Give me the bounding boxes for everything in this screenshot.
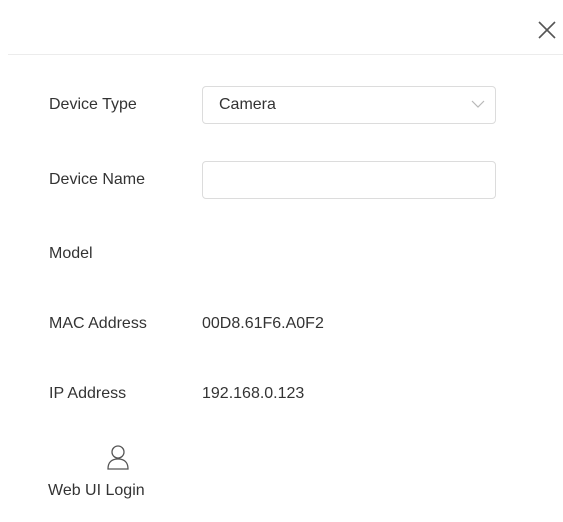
device-name-input[interactable] — [202, 161, 496, 199]
device-type-label: Device Type — [49, 96, 137, 113]
device-name-label: Device Name — [49, 171, 146, 188]
model-label: Model — [49, 245, 93, 262]
web-ui-login-label: Web UI Login — [48, 482, 145, 499]
device-type-row: Device Type Camera — [8, 86, 563, 124]
ip-address-value: 192.168.0.123 — [202, 385, 305, 402]
device-type-select[interactable]: Camera — [202, 86, 496, 124]
ip-address-label: IP Address — [49, 385, 127, 402]
device-type-value: Camera — [219, 96, 276, 113]
model-row: Model — [8, 235, 563, 273]
mac-address-row: MAC Address 00D8.61F6.A0F2 — [8, 305, 563, 343]
close-button[interactable] — [537, 20, 557, 40]
chevron-down-icon — [471, 100, 485, 108]
device-name-row: Device Name — [8, 161, 563, 199]
device-detail-dialog: Device Type Camera Device Name Model MAC… — [8, 8, 563, 522]
mac-address-value: 00D8.61F6.A0F2 — [202, 315, 324, 332]
close-icon — [538, 21, 556, 39]
ip-address-row: IP Address 192.168.0.123 — [8, 375, 563, 413]
web-ui-login-button[interactable]: Web UI Login — [48, 444, 188, 512]
user-icon — [107, 445, 129, 470]
dialog-header — [8, 8, 563, 55]
mac-address-label: MAC Address — [49, 315, 147, 332]
